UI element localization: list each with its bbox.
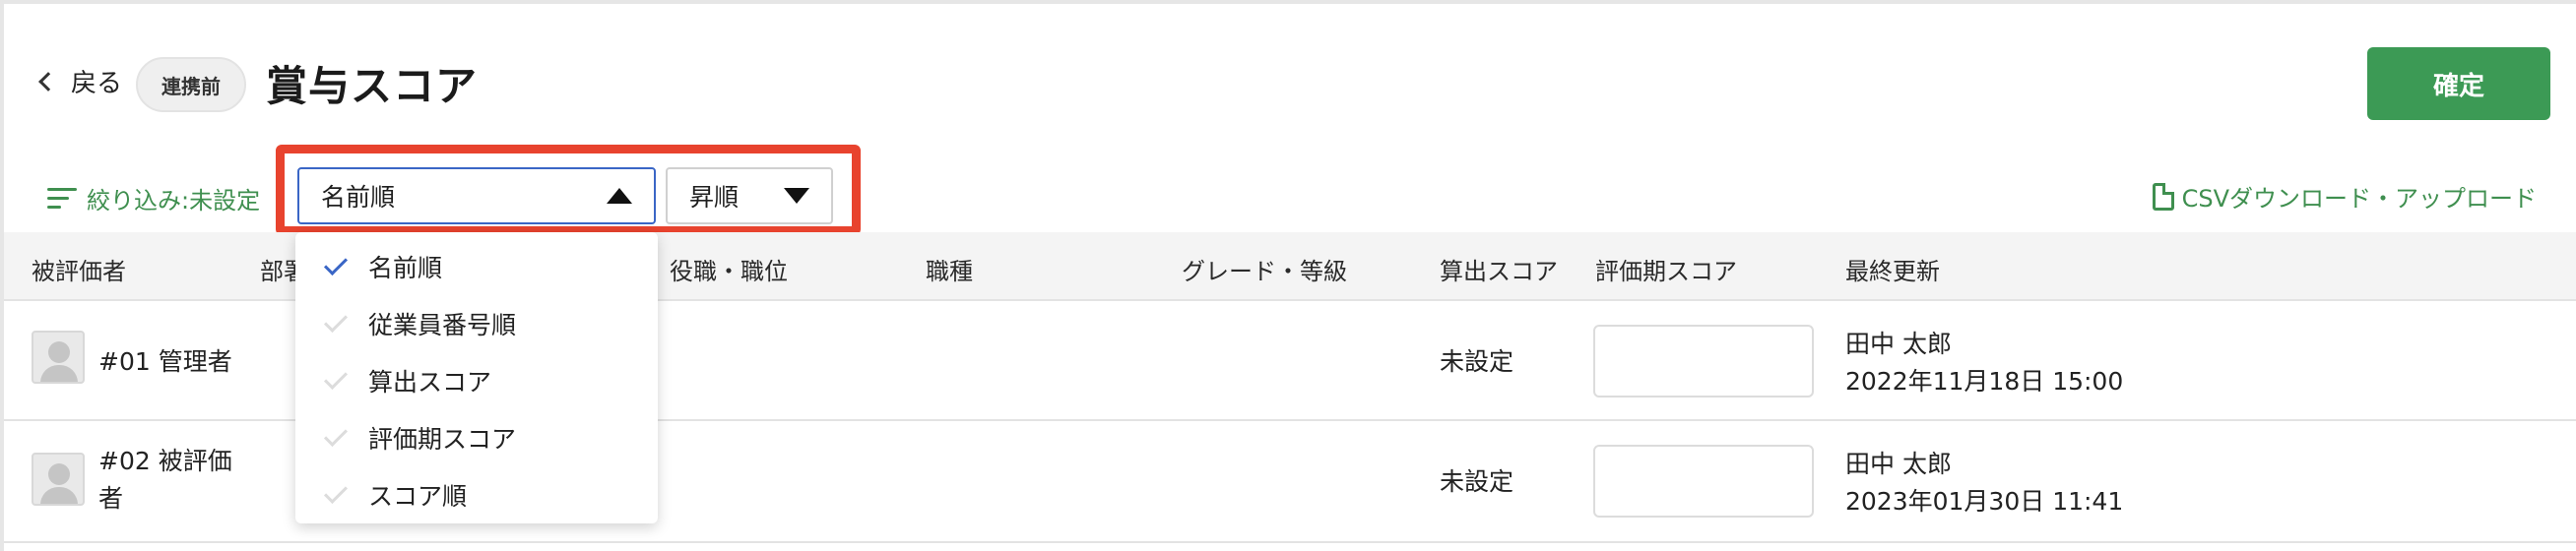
sort-option-name[interactable]: 名前順 xyxy=(295,238,658,295)
sort-dropdown-menu: 名前順 従業員番号順 算出スコア 評価期スコア スコア順 xyxy=(295,232,658,523)
avatar xyxy=(32,453,85,506)
csv-link[interactable]: CSVダウンロード・アップロード xyxy=(2152,179,2537,214)
calc-score: 未設定 xyxy=(1440,347,1514,376)
file-upload-icon xyxy=(2152,182,2174,211)
calc-score: 未設定 xyxy=(1440,467,1514,496)
period-score-input[interactable] xyxy=(1593,325,1814,398)
column-header-last-updated: 最終更新 xyxy=(1845,258,1940,285)
column-header-grade: グレード・等級 xyxy=(1182,258,1347,285)
column-header-position: 役職・職位 xyxy=(670,258,788,285)
avatar xyxy=(32,331,85,384)
sort-option-label: 名前順 xyxy=(368,254,443,282)
evaluatee-name[interactable]: #01 管理者 xyxy=(98,342,232,378)
page: 戻る 連携前 賞与スコア 確定 絞り込み:未設定 名前順 昇順 CSVダウンロー… xyxy=(0,0,2576,551)
check-icon xyxy=(323,422,349,448)
column-header-evaluatee: 被評価者 xyxy=(32,258,126,285)
back-label: 戻る xyxy=(71,69,123,98)
sort-option-label: スコア順 xyxy=(368,482,468,511)
sort-option-employee-number[interactable]: 従業員番号順 xyxy=(295,295,658,352)
column-header-calc-score: 算出スコア xyxy=(1440,258,1558,285)
updated-at: 2023年01月30日 11:41 xyxy=(1845,487,2124,516)
filter-label: 絞り込み:未設定 xyxy=(87,187,261,214)
sort-option-calc-score[interactable]: 算出スコア xyxy=(295,352,658,409)
sort-option-label: 評価期スコア xyxy=(368,425,517,454)
sort-option-label: 算出スコア xyxy=(368,368,492,397)
check-icon xyxy=(323,308,349,334)
filter-button[interactable]: 絞り込み:未設定 xyxy=(47,181,260,215)
period-score-input[interactable] xyxy=(1593,445,1814,518)
sort-option-label: 従業員番号順 xyxy=(368,311,517,339)
updated-by: 田中 太郎 xyxy=(1845,330,1952,358)
updated-by: 田中 太郎 xyxy=(1845,450,1952,478)
back-link[interactable]: 戻る xyxy=(38,63,123,99)
csv-label: CSVダウンロード・アップロード xyxy=(2181,185,2537,213)
filter-icon xyxy=(47,187,77,210)
column-header-job-type: 職種 xyxy=(926,258,973,285)
check-icon xyxy=(323,479,349,505)
sort-option-period-score[interactable]: 評価期スコア xyxy=(295,409,658,466)
check-icon xyxy=(323,251,349,276)
check-icon xyxy=(323,365,349,391)
chevron-left-icon xyxy=(38,71,58,92)
sort-option-score[interactable]: スコア順 xyxy=(295,466,658,523)
column-header-period-score: 評価期スコア xyxy=(1595,258,1737,285)
page-title: 賞与スコア xyxy=(266,62,479,110)
status-badge: 連携前 xyxy=(136,57,246,112)
confirm-button[interactable]: 確定 xyxy=(2367,47,2550,120)
updated-at: 2022年11月18日 15:00 xyxy=(1845,367,2124,396)
evaluatee-name[interactable]: #02 被評価者 xyxy=(98,443,246,518)
highlight-box xyxy=(276,145,861,235)
